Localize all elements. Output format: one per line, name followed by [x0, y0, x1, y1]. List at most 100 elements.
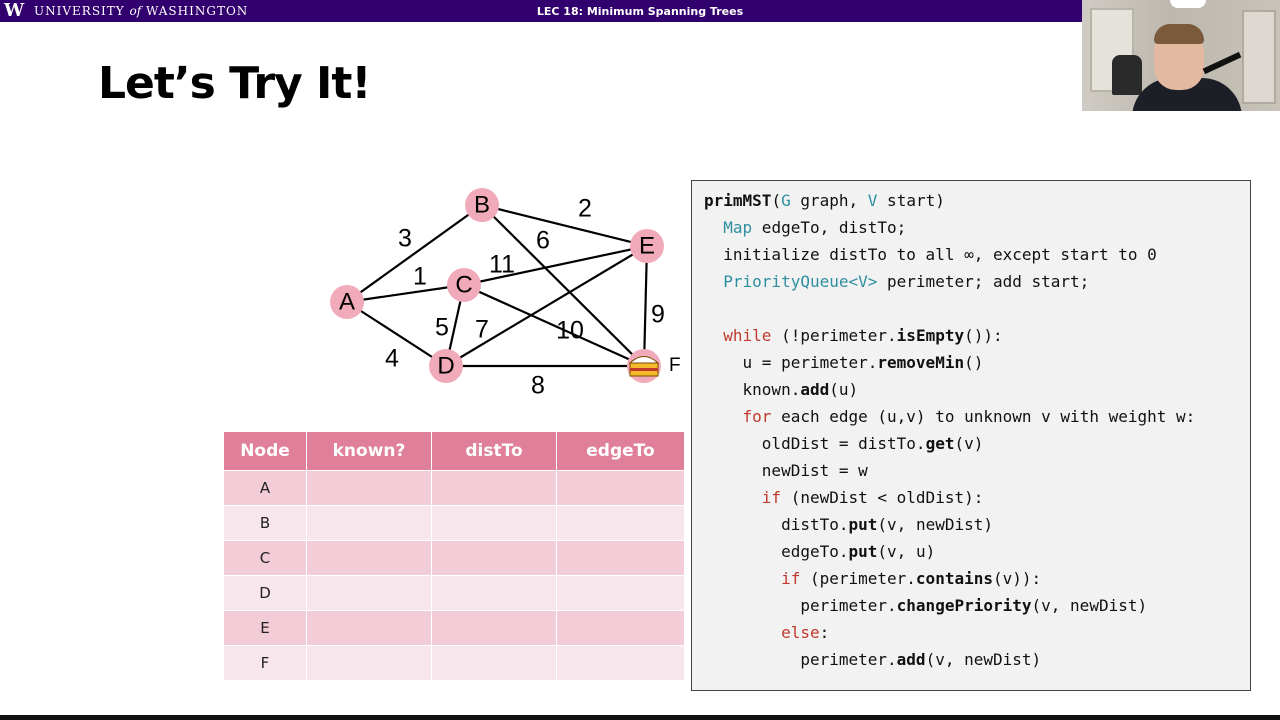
cell-distto [432, 470, 557, 505]
edge-weight-d-e: 7 [475, 316, 489, 344]
edge-weight-c-f: 10 [556, 317, 584, 345]
code-token: V [867, 191, 878, 210]
code-line: distTo.put(v, newDist) [704, 514, 1250, 541]
code-token: known. [704, 380, 801, 399]
edge-weight-a-b: 3 [398, 225, 412, 253]
slide-title: Let’s Try It! [98, 58, 371, 109]
edge-weight-e-f: 9 [651, 301, 665, 329]
cell-known [307, 575, 432, 610]
code-token: (u) [829, 380, 859, 399]
code-line: perimeter.changePriority(v, newDist) [704, 595, 1250, 622]
code-token: u = perimeter. [704, 353, 878, 372]
code-line: known.add(u) [704, 379, 1250, 406]
edge-weight-b-e: 2 [578, 195, 592, 223]
cell-distto [432, 645, 557, 680]
edge-weight-d-f: 8 [531, 372, 545, 400]
cell-distto [432, 505, 557, 540]
code-token: contains [915, 569, 993, 588]
code-token: (v, newDist) [925, 650, 1042, 669]
code-token: for [742, 407, 772, 426]
code-token: start) [877, 191, 945, 210]
code-token: perimeter. [704, 596, 897, 615]
code-token: (perimeter. [800, 569, 916, 588]
col-header-distto: distTo [432, 432, 557, 470]
table-row: E [224, 610, 684, 645]
graph-node-label-c: C [455, 271, 472, 298]
code-token: removeMin [877, 353, 965, 372]
table-row: A [224, 470, 684, 505]
col-header-edgeto: edgeTo [557, 432, 684, 470]
cake-icon [628, 356, 660, 377]
cell-node: D [224, 575, 307, 610]
code-token: ()): [964, 326, 1003, 345]
code-token: edgeTo. [704, 542, 849, 561]
cell-node: A [224, 470, 307, 505]
edge-b-e [481, 203, 648, 248]
code-line: PriorityQueue<V> perimeter; add start; [704, 271, 1250, 298]
code-token: get [925, 434, 955, 453]
code-token: (newDist < oldDist): [781, 488, 984, 507]
cell-distto [432, 610, 557, 645]
cell-known [307, 610, 432, 645]
code-token: changePriority [896, 596, 1032, 615]
code-token: G [781, 191, 791, 210]
edge-d-e [445, 245, 648, 367]
code-token: put [848, 542, 878, 561]
graph-node-label-f: F [669, 355, 681, 376]
cell-edgeto [557, 505, 684, 540]
code-token: (v, newDist) [877, 515, 993, 534]
code-line: else: [704, 622, 1250, 649]
graph-weights: 31 4 26 11 5 10 7 8 9 [385, 195, 665, 400]
code-line: oldDist = distTo.get(v) [704, 433, 1250, 460]
cell-edgeto [557, 645, 684, 680]
cell-known [307, 540, 432, 575]
graph-diagram: 31 4 26 11 5 10 7 8 9 A B C D E F [330, 188, 681, 400]
cell-node: B [224, 505, 307, 540]
code-token: newDist = w [704, 461, 868, 480]
code-token: if [761, 488, 782, 507]
code-token: oldDist = distTo. [704, 434, 926, 453]
cell-node: E [224, 610, 307, 645]
code-token: if [781, 569, 801, 588]
code-token: () [964, 353, 984, 372]
webcam-hair [1154, 24, 1204, 44]
table-row: F [224, 645, 684, 680]
cell-node: F [224, 645, 307, 680]
code-token: (!perimeter. [771, 326, 897, 345]
edge-weight-c-e: 11 [489, 251, 515, 279]
graph-node-label-a: A [339, 288, 355, 315]
code-token: distTo. [704, 515, 849, 534]
graph-nodes: A B C D E F [330, 188, 681, 383]
code-token: (v, newDist) [1031, 596, 1148, 615]
edge-weight-a-d: 4 [385, 345, 399, 373]
code-token: ( [771, 191, 782, 210]
code-line: newDist = w [704, 460, 1250, 487]
edge-weight-b-f: 6 [536, 227, 550, 255]
edge-a-c [346, 283, 465, 304]
cell-known [307, 470, 432, 505]
graph-node-label-b: B [474, 191, 490, 218]
code-token: PriorityQueue<V> [723, 272, 878, 291]
code-line: primMST(G graph, V start) [704, 190, 1250, 217]
cell-edgeto [557, 540, 684, 575]
webcam-lamp [1170, 0, 1206, 8]
table-header-row: Node known? distTo edgeTo [224, 432, 684, 470]
cell-node: C [224, 540, 307, 575]
table-row: C [224, 540, 684, 575]
webcam-video [1082, 0, 1280, 111]
code-line: perimeter.add(v, newDist) [704, 649, 1250, 676]
node-table: Node known? distTo edgeTo A B C D E F [224, 432, 684, 680]
code-line: initialize distTo to all ∞, except start… [704, 244, 1250, 271]
cell-edgeto [557, 575, 684, 610]
code-token: : [819, 623, 830, 642]
code-line: if (newDist < oldDist): [704, 487, 1250, 514]
table-row: B [224, 505, 684, 540]
code-line: while (!perimeter.isEmpty()): [704, 325, 1250, 352]
cell-edgeto [557, 610, 684, 645]
